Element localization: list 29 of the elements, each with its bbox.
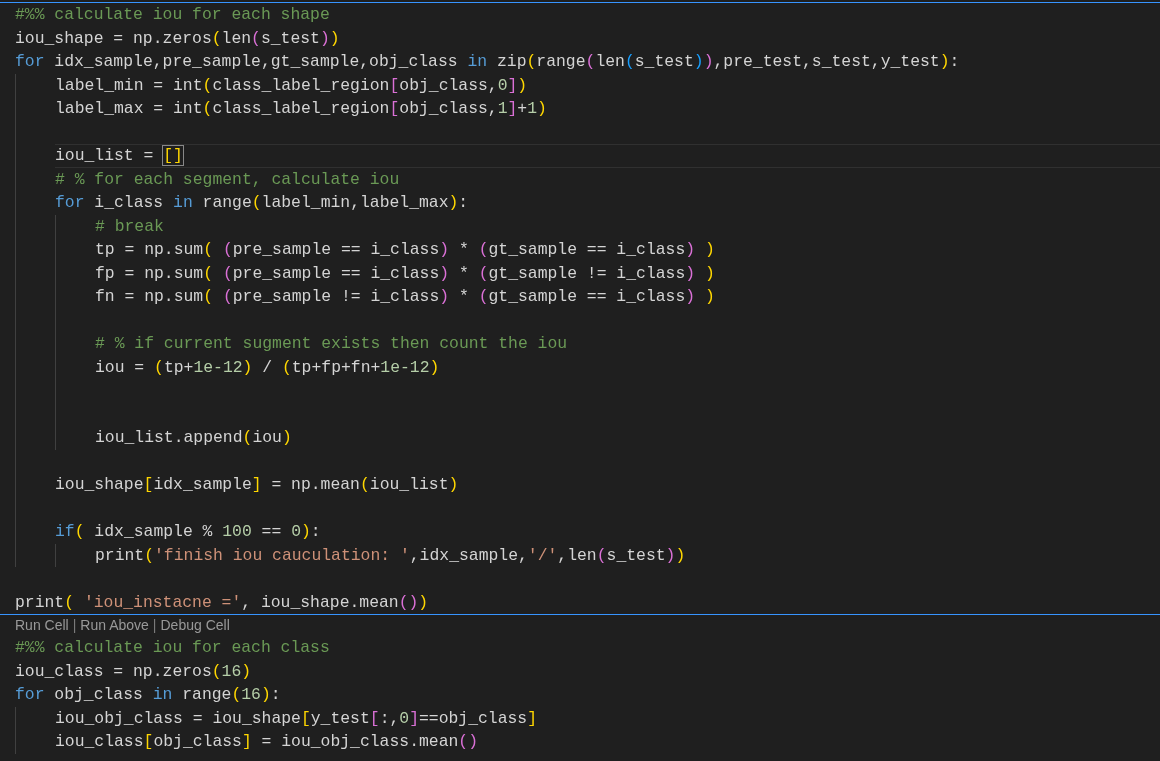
code-line: iou_obj_class = iou_shape[y_test[:,0]==obj_class] [55, 708, 538, 728]
code-line: fp = np.sum( (pre_sample == i_class) * (gt_sample != i_class) ) [95, 263, 715, 283]
code-line: iou_class = np.zeros(16) [15, 661, 252, 681]
code-line: for i_class in range(label_min,label_max): [55, 193, 469, 213]
code-line: # % if current sugment exists then count the iou [95, 334, 568, 354]
code-line: for obj_class in range(16): [15, 685, 281, 705]
code-line: iou = (tp+1e-12) / (tp+fp+fn+1e-12) [95, 357, 440, 377]
codelens-link[interactable]: Run Above [80, 615, 149, 636]
codelens-separator: | [72, 616, 77, 635]
code-line: print('finish iou cauculation: ',idx_sample,'/',len(s_test)) [95, 545, 686, 565]
code-line: iou_class[obj_class] = iou_obj_class.mean() [55, 732, 478, 752]
code-line: # break [95, 216, 164, 236]
code-line: for idx_sample,pre_sample,gt_sample,obj_class in zip(range(len(s_test)),pre_test,s_test,y_test): [15, 52, 960, 72]
code-line: iou_shape = np.zeros(len(s_test)) [15, 28, 340, 48]
code-line: iou_list.append(iou) [95, 428, 292, 448]
code-line: fn = np.sum( (pre_sample != i_class) * (gt_sample == i_class) ) [95, 287, 715, 307]
codelens-link[interactable]: Debug Cell [160, 615, 230, 636]
code-line: label_min = int(class_label_region[obj_class,0]) [55, 75, 528, 95]
code-line: iou_shape[idx_sample] = np.mean(iou_list) [55, 475, 459, 495]
code-line: print( 'iou_instacne =', iou_shape.mean()) [15, 592, 429, 612]
code-line: #%% calculate iou for each shape [15, 5, 330, 25]
code-line: iou_list = [] [55, 146, 183, 166]
code-line: if( idx_sample % 100 == 0): [55, 522, 321, 542]
codelens-link[interactable]: Run Cell [15, 615, 69, 636]
code-line: # % for each segment, calculate iou [55, 169, 400, 189]
codelens-separator: | [152, 616, 157, 635]
code-line: tp = np.sum( (pre_sample == i_class) * (gt_sample == i_class) ) [95, 240, 715, 260]
code-line: #%% calculate iou for each class [15, 638, 330, 658]
code-line: label_max = int(class_label_region[obj_class,1]+1) [55, 99, 547, 119]
